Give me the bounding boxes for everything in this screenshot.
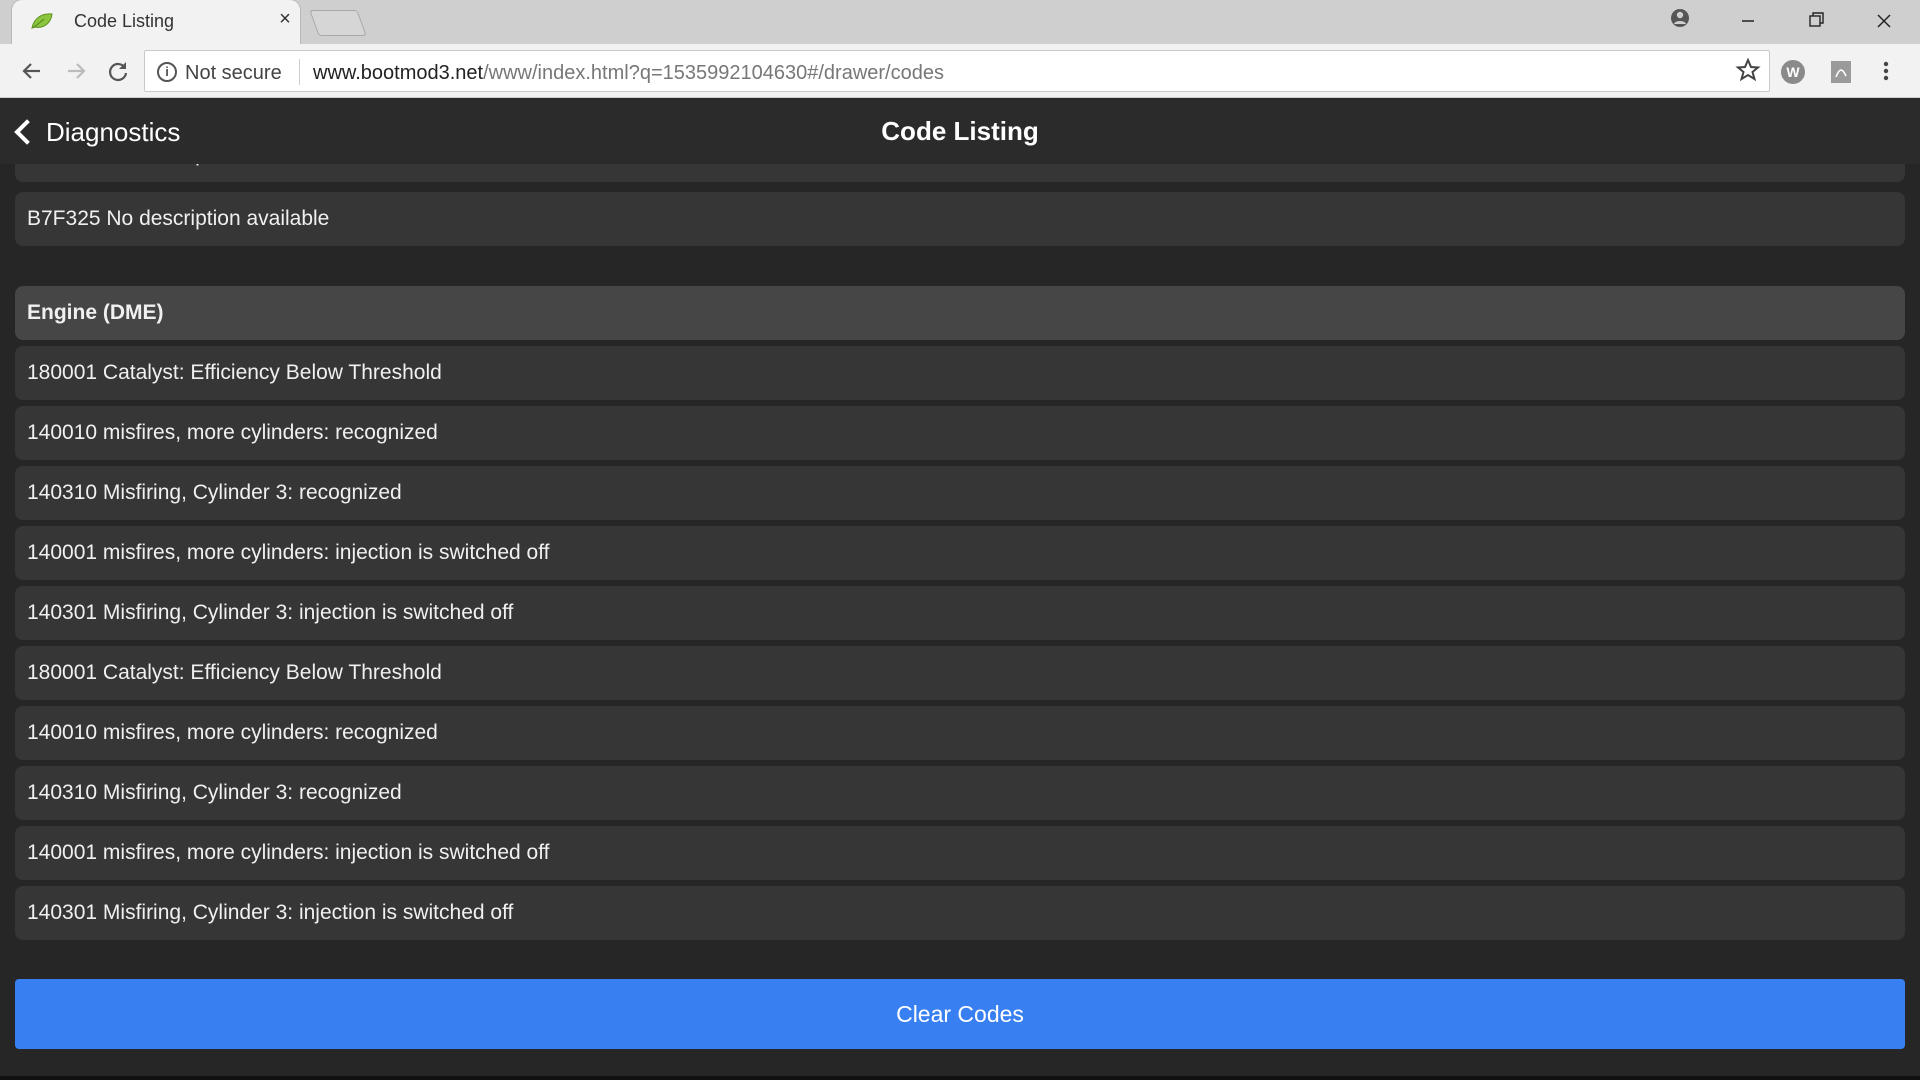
list-item[interactable]: 180001 Catalyst: Efficiency Below Thresh… <box>15 346 1905 400</box>
browser-tab-active[interactable]: Code Listing × <box>12 0 300 44</box>
list-item[interactable]: B7F325 No description available <box>15 192 1905 246</box>
leaf-favicon-icon <box>31 13 53 29</box>
list-item[interactable]: 140010 misfires, more cylinders: recogni… <box>15 706 1905 760</box>
browser-titlebar: Code Listing × <box>0 0 1920 44</box>
new-tab-button[interactable] <box>309 10 367 36</box>
list-item[interactable]: 140301 Misfiring, Cylinder 3: injection … <box>15 586 1905 640</box>
browser-menu-icon[interactable] <box>1876 55 1896 87</box>
list-item[interactable]: B7F325 No description available <box>15 164 1905 182</box>
list-item[interactable]: 180001 Catalyst: Efficiency Below Thresh… <box>15 646 1905 700</box>
forward-arrow-icon[interactable] <box>60 55 92 87</box>
url-host: www.bootmod3.net <box>313 62 484 84</box>
close-window-icon[interactable] <box>1866 6 1902 36</box>
address-bar[interactable]: i Not secure www.bootmod3.net/www/index.… <box>144 50 1770 92</box>
list-item[interactable]: 140001 misfires, more cylinders: injecti… <box>15 826 1905 880</box>
code-list[interactable]: B7F325 No description available B7F325 N… <box>0 164 1920 1080</box>
not-secure-label[interactable]: Not secure <box>185 62 282 85</box>
list-item[interactable]: 140310 Misfiring, Cylinder 3: recognized <box>15 766 1905 820</box>
restore-icon[interactable] <box>1798 6 1834 36</box>
svg-text:W: W <box>1786 64 1800 80</box>
extension-pdf-icon[interactable] <box>1828 59 1854 85</box>
bottom-edge <box>0 1076 1920 1080</box>
list-item[interactable]: 140010 misfires, more cylinders: recogni… <box>15 406 1905 460</box>
omnibox-divider <box>299 59 300 85</box>
url-path: /www/index.html?q=1535992104630#/drawer/… <box>483 62 944 84</box>
bookmark-star-icon[interactable] <box>1735 57 1761 83</box>
reload-icon[interactable] <box>102 55 134 87</box>
extension-w-icon[interactable]: W <box>1780 59 1806 85</box>
back-arrow-icon[interactable] <box>16 55 48 87</box>
page-title: Code Listing <box>881 116 1039 146</box>
url-text[interactable]: www.bootmod3.net/www/index.html?q=153599… <box>313 62 944 85</box>
info-icon[interactable]: i <box>157 62 177 82</box>
list-item[interactable]: 140310 Misfiring, Cylinder 3: recognized <box>15 466 1905 520</box>
section-header-engine-dme: Engine (DME) <box>15 286 1905 340</box>
list-item[interactable]: 140301 Misfiring, Cylinder 3: injection … <box>15 886 1905 940</box>
list-item[interactable]: 140001 misfires, more cylinders: injecti… <box>15 526 1905 580</box>
minimize-icon[interactable] <box>1730 6 1766 36</box>
tab-title: Code Listing <box>74 11 175 31</box>
app-header: Diagnostics Code Listing <box>0 98 1920 164</box>
clear-codes-button[interactable]: Clear Codes <box>15 979 1905 1049</box>
browser-toolbar: i Not secure www.bootmod3.net/www/index.… <box>0 44 1920 98</box>
tab-close-icon[interactable]: × <box>274 8 296 30</box>
profile-icon[interactable] <box>1662 6 1698 36</box>
